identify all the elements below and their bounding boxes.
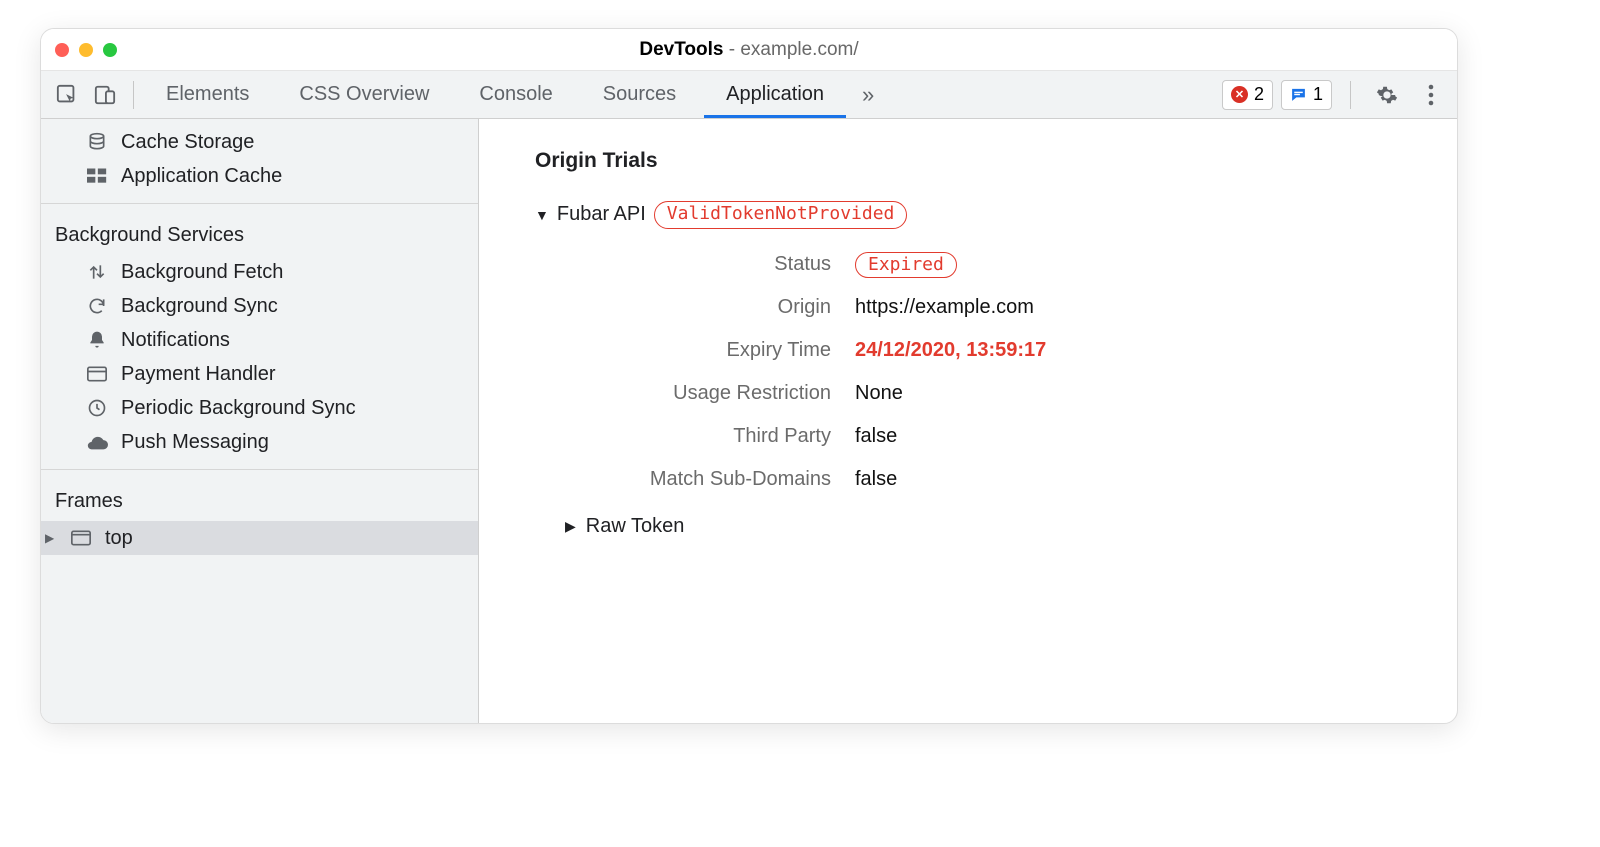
- toolbar-divider: [133, 81, 134, 109]
- tab-application[interactable]: Application: [704, 71, 846, 118]
- trial-details: Status Expired Origin https://example.co…: [565, 253, 1457, 492]
- chevron-right-icon: ▶: [45, 531, 57, 545]
- field-label: Status: [565, 253, 855, 276]
- sidebar-item-payment-handler[interactable]: Payment Handler: [41, 357, 478, 391]
- chevron-down-icon: ▼: [535, 207, 549, 223]
- sync-icon: [85, 296, 109, 316]
- close-window-button[interactable]: [55, 43, 69, 57]
- sidebar-item-application-cache[interactable]: Application Cache: [41, 159, 478, 193]
- usage-value: None: [855, 382, 1457, 405]
- up-down-arrows-icon: [85, 262, 109, 282]
- messages-count: 1: [1313, 84, 1323, 105]
- tab-css-overview[interactable]: CSS Overview: [277, 71, 451, 118]
- trial-error-badge: ValidTokenNotProvided: [654, 201, 908, 229]
- toolbar-divider: [1350, 81, 1351, 109]
- field-label: Usage Restriction: [565, 382, 855, 405]
- sidebar-group-title: Background Services: [41, 214, 478, 255]
- tab-sources[interactable]: Sources: [581, 71, 698, 118]
- minimize-window-button[interactable]: [79, 43, 93, 57]
- more-icon[interactable]: [1413, 75, 1449, 115]
- sidebar-item-push-messaging[interactable]: Push Messaging: [41, 425, 478, 459]
- trial-row[interactable]: ▼ Fubar API ValidTokenNotProvided: [535, 201, 1457, 229]
- panel-heading: Origin Trials: [535, 149, 1457, 173]
- message-icon: [1290, 86, 1307, 103]
- sidebar-group-title: Frames: [41, 480, 478, 521]
- clock-icon: [85, 398, 109, 418]
- sidebar-item-label: Cache Storage: [121, 131, 254, 154]
- panel-tabs: Elements CSS Overview Console Sources Ap…: [144, 71, 884, 118]
- sidebar-item-background-sync[interactable]: Background Sync: [41, 289, 478, 323]
- field-label: Third Party: [565, 425, 855, 448]
- sidebar-item-label: Notifications: [121, 329, 230, 352]
- fullscreen-window-button[interactable]: [103, 43, 117, 57]
- raw-token-row[interactable]: ▶ Raw Token: [565, 515, 1457, 538]
- messages-badge[interactable]: 1: [1281, 80, 1332, 110]
- status-badge: Expired: [855, 252, 957, 278]
- sidebar-item-background-fetch[interactable]: Background Fetch: [41, 255, 478, 289]
- sidebar-item-label: Background Fetch: [121, 261, 283, 284]
- sidebar-item-label: Periodic Background Sync: [121, 397, 356, 420]
- origin-trials-panel: Origin Trials ▼ Fubar API ValidTokenNotP…: [479, 119, 1457, 723]
- window-title-sub: - example.com/: [723, 39, 858, 60]
- device-toolbar-icon[interactable]: [87, 75, 123, 115]
- window-title: DevTools - example.com/: [41, 39, 1457, 61]
- field-label: Origin: [565, 296, 855, 319]
- credit-card-icon: [85, 366, 109, 382]
- raw-token-label: Raw Token: [586, 515, 685, 538]
- window-title-app: DevTools: [639, 39, 723, 60]
- expiry-value: 24/12/2020, 13:59:17: [855, 339, 1457, 362]
- devtools-window: DevTools - example.com/ Elements: [40, 28, 1458, 724]
- devtools-toolbar: Elements CSS Overview Console Sources Ap…: [41, 71, 1457, 119]
- sidebar-item-label: Background Sync: [121, 295, 278, 318]
- error-icon: ✕: [1231, 86, 1248, 103]
- match-subdomains-value: false: [855, 468, 1457, 491]
- origin-value: https://example.com: [855, 296, 1457, 319]
- settings-icon[interactable]: [1369, 75, 1405, 115]
- sidebar-item-label: Application Cache: [121, 165, 282, 188]
- sidebar-item-label: top: [105, 527, 133, 550]
- database-icon: [85, 132, 109, 152]
- sidebar-item-label: Payment Handler: [121, 363, 276, 386]
- titlebar: DevTools - example.com/: [41, 29, 1457, 71]
- application-sidebar: Cache Storage Application Cache Backgrou…: [41, 119, 479, 723]
- bell-icon: [85, 330, 109, 350]
- chevron-right-icon: ▶: [565, 518, 576, 535]
- cloud-icon: [85, 434, 109, 450]
- window-icon: [69, 530, 93, 546]
- sidebar-item-frame-top[interactable]: ▶ top: [41, 521, 478, 555]
- grid-icon: [85, 168, 109, 184]
- sidebar-item-notifications[interactable]: Notifications: [41, 323, 478, 357]
- inspect-element-icon[interactable]: [49, 75, 85, 115]
- sidebar-item-label: Push Messaging: [121, 431, 269, 454]
- tab-elements[interactable]: Elements: [144, 71, 271, 118]
- status-value: Expired: [855, 253, 1457, 277]
- tab-console[interactable]: Console: [457, 71, 574, 118]
- third-party-value: false: [855, 425, 1457, 448]
- field-label: Expiry Time: [565, 339, 855, 362]
- sidebar-item-periodic-sync[interactable]: Periodic Background Sync: [41, 391, 478, 425]
- tabs-overflow-icon[interactable]: »: [852, 71, 884, 118]
- errors-count: 2: [1254, 84, 1264, 105]
- sidebar-item-cache-storage[interactable]: Cache Storage: [41, 125, 478, 159]
- trial-name: Fubar API: [557, 203, 646, 226]
- field-label: Match Sub-Domains: [565, 468, 855, 491]
- errors-badge[interactable]: ✕ 2: [1222, 80, 1273, 110]
